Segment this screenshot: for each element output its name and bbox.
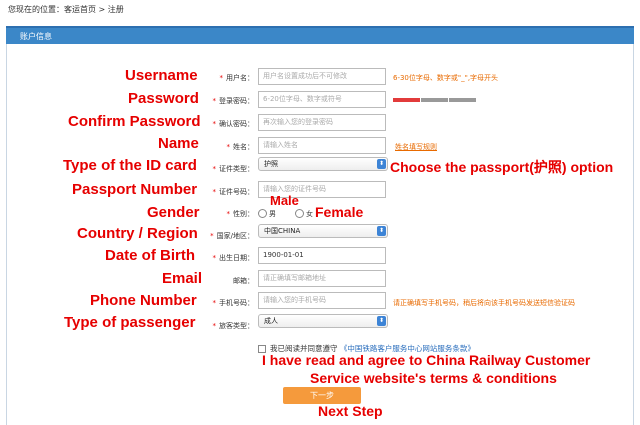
annotation-passport-option: Choose the passport(护照) option (390, 159, 614, 175)
male-radio[interactable] (258, 209, 267, 218)
annotation-female: Female (315, 204, 364, 220)
annotation-phone: Phone Number (90, 292, 197, 309)
annotation-passport-number: Passport Number (72, 181, 198, 198)
confirm-label: * 确认密码： (212, 120, 255, 128)
passenger-label: * 旅客类型： (212, 322, 255, 330)
username-input[interactable]: 用户名设置成功后不可修改 (258, 68, 386, 85)
annotation-passenger-type: Type of passenger (64, 314, 196, 331)
annotation-agree-line2: Service website's terms & conditions (310, 370, 557, 386)
id-type-select[interactable]: 护照 ⬍ (258, 157, 388, 171)
chevron-down-icon: ⬍ (377, 316, 386, 326)
country-label: * 国家/地区： (210, 232, 254, 240)
dob-label: * 出生日期： (212, 254, 255, 262)
confirm-password-input[interactable]: 再次输入您的登录密码 (258, 114, 386, 131)
id-number-label: * 证件号码： (212, 188, 255, 196)
annotation-male: Male (270, 193, 299, 208)
country-select[interactable]: 中国CHINA ⬍ (258, 224, 388, 238)
name-input[interactable]: 请输入姓名 (258, 137, 386, 154)
female-label: 女 (306, 210, 313, 218)
name-rules-link[interactable]: 姓名填写规则 (395, 142, 437, 152)
dob-input[interactable]: 1900-01-01 (258, 247, 386, 264)
next-button[interactable]: 下一步 (283, 387, 361, 404)
breadcrumb: 您现在的位置：客运首页 > 注册 (8, 5, 124, 14)
chevron-down-icon: ⬍ (377, 159, 386, 169)
gender-label: * 性别： (226, 210, 255, 218)
password-input[interactable]: 6-20位字母、数字或符号 (258, 91, 386, 108)
phone-hint: 请正确填写手机号码，稍后将向该手机号码发送短信验证码 (393, 299, 575, 307)
annotation-dob: Date of Birth (105, 247, 195, 264)
annotation-id-type: Type of the ID card (63, 157, 197, 174)
email-label: 邮箱： (233, 277, 254, 285)
annotation-agree-line1: I have read and agree to China Railway C… (262, 352, 591, 368)
female-radio[interactable] (295, 209, 304, 218)
annotation-next-step: Next Step (318, 403, 383, 419)
passenger-type-select[interactable]: 成人 ⬍ (258, 314, 388, 328)
annotation-confirm-password: Confirm Password (68, 113, 201, 130)
password-strength-weak (393, 98, 420, 102)
password-strength-medium (421, 98, 448, 102)
panel-title: 账户信息 (20, 32, 52, 41)
male-label: 男 (269, 210, 276, 218)
panel-header: 账户信息 (6, 26, 634, 44)
chevron-down-icon: ⬍ (377, 226, 386, 236)
password-label: * 登录密码： (212, 97, 255, 105)
name-label: * 姓名： (226, 143, 255, 151)
annotation-country: Country / Region (77, 225, 198, 242)
phone-input[interactable]: 请输入您的手机号码 (258, 292, 386, 309)
username-label: * 用户名： (219, 74, 255, 82)
email-input[interactable]: 请正确填写邮箱地址 (258, 270, 386, 287)
phone-label: * 手机号码： (212, 299, 255, 307)
id-type-label: * 证件类型： (212, 165, 255, 173)
password-strength-strong (449, 98, 476, 102)
username-hint: 6-30位字母、数字或"_",字母开头 (393, 74, 499, 82)
